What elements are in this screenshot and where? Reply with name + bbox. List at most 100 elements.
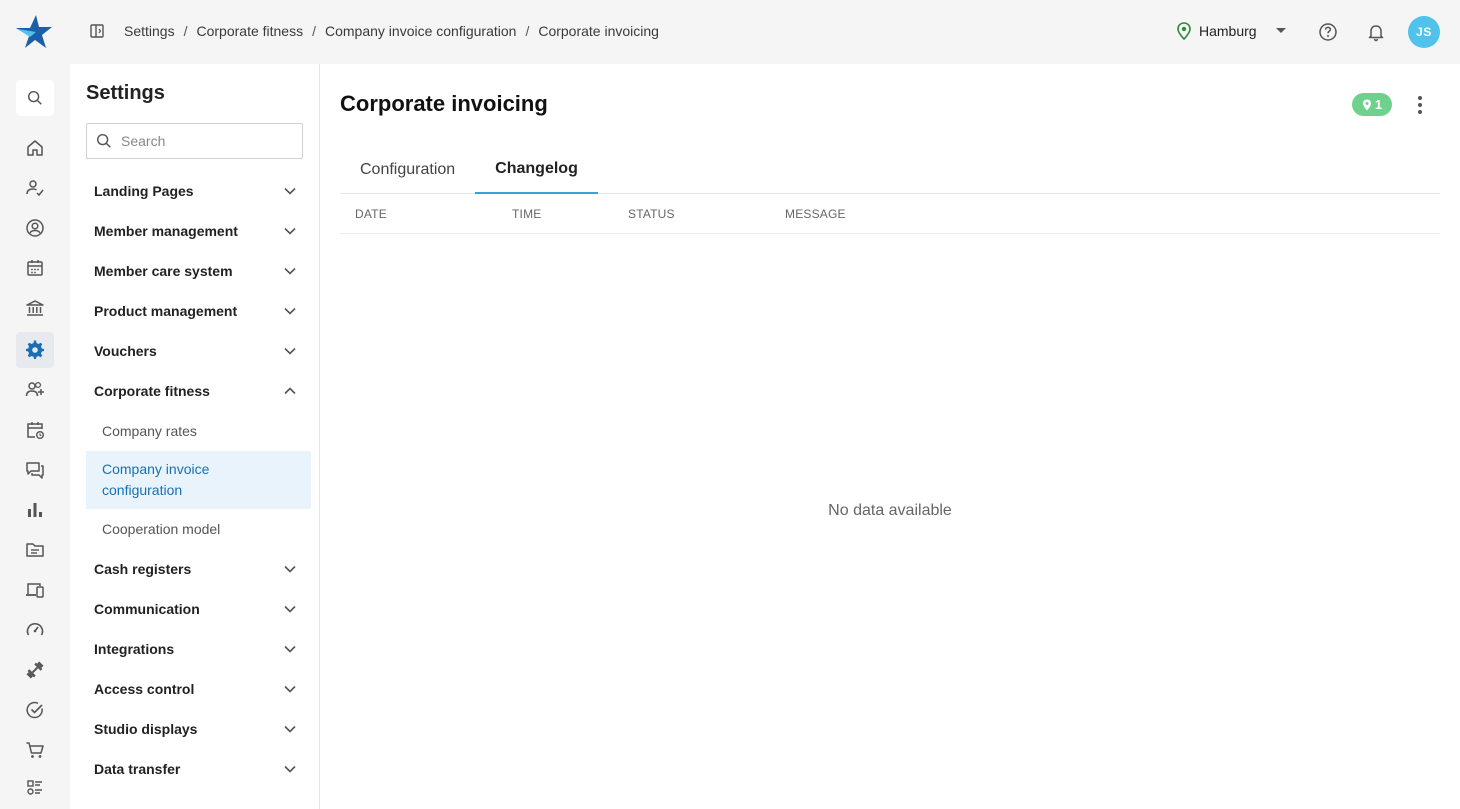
settings-icon	[26, 340, 44, 359]
settings-search-box[interactable]	[86, 123, 303, 159]
settings-title: Settings	[86, 82, 165, 104]
chat-icon	[26, 462, 44, 479]
rail-item-messages[interactable]	[16, 452, 54, 488]
rail-item-tasks[interactable]	[16, 692, 54, 728]
settings-panel: Settings Landing Pages Member management…	[70, 64, 320, 809]
nav-item-label: Studio displays	[94, 721, 198, 737]
rail-item-training[interactable]	[16, 652, 54, 688]
nav-item-product-management[interactable]: Product management	[86, 291, 311, 331]
column-header-time[interactable]: TIME	[497, 207, 613, 221]
bell-icon[interactable]	[1366, 22, 1386, 42]
settings-nav: Landing Pages Member management Member c…	[86, 171, 311, 789]
dumbbell-icon	[26, 661, 44, 679]
more-options-icon[interactable]	[1410, 94, 1430, 116]
help-icon[interactable]	[1318, 22, 1338, 42]
top-bar: Settings / Corporate fitness / Company i…	[0, 0, 1460, 64]
nav-item-cash-registers[interactable]: Cash registers	[86, 549, 311, 589]
breadcrumb-current: Corporate invoicing	[538, 23, 659, 39]
nav-item-communication[interactable]: Communication	[86, 589, 311, 629]
star-logo-icon[interactable]	[14, 13, 54, 51]
sub-item-company-rates[interactable]: Company rates	[86, 411, 311, 451]
rail-item-settings[interactable]	[16, 332, 54, 368]
empty-state-text: No data available	[828, 502, 952, 519]
location-name: Hamburg	[1199, 23, 1257, 39]
sub-item-label: Company rates	[102, 423, 197, 439]
badge-count: 1	[1374, 97, 1383, 112]
nav-item-data-transfer[interactable]: Data transfer	[86, 749, 311, 789]
nav-item-label: Corporate fitness	[94, 383, 210, 399]
folder-icon	[26, 543, 44, 557]
nav-item-corporate-fitness[interactable]: Corporate fitness	[86, 371, 311, 411]
chevron-down-icon	[284, 307, 296, 315]
rail-item-bookings[interactable]	[16, 412, 54, 448]
chevron-up-icon	[284, 387, 296, 395]
tab-configuration[interactable]: Configuration	[340, 146, 475, 194]
sub-item-company-invoice-configuration[interactable]: Company invoice configuration	[86, 451, 311, 509]
nav-item-access-control[interactable]: Access control	[86, 669, 311, 709]
nav-item-vouchers[interactable]: Vouchers	[86, 331, 311, 371]
sub-item-cooperation-model[interactable]: Cooperation model	[86, 509, 311, 549]
chevron-down-icon	[284, 187, 296, 195]
rail-item-documents[interactable]	[16, 532, 54, 568]
breadcrumb-item[interactable]: Company invoice configuration	[325, 23, 516, 39]
nav-item-member-care-system[interactable]: Member care system	[86, 251, 311, 291]
sub-item-label: Cooperation model	[102, 521, 221, 537]
settings-search-input[interactable]	[121, 133, 291, 149]
nav-item-landing-pages[interactable]: Landing Pages	[86, 171, 311, 211]
nav-item-label: Communication	[94, 601, 200, 617]
nav-item-member-management[interactable]: Member management	[86, 211, 311, 251]
nav-item-label: Integrations	[94, 641, 175, 657]
chevron-down-icon	[284, 227, 296, 235]
check-circle-icon	[26, 701, 43, 719]
main-content: Corporate invoicing 1 Configuration Chan…	[320, 64, 1460, 809]
table-header: DATE TIME STATUS MESSAGE	[340, 194, 1440, 234]
location-pin-icon	[1177, 22, 1191, 40]
nav-item-studio-displays[interactable]: Studio displays	[86, 709, 311, 749]
rail-item-home[interactable]	[16, 130, 54, 166]
tab-changelog[interactable]: Changelog	[475, 146, 598, 194]
column-header-message[interactable]: MESSAGE	[770, 207, 970, 221]
nav-item-integrations[interactable]: Integrations	[86, 629, 311, 669]
column-header-date[interactable]: DATE	[340, 207, 497, 221]
nav-item-label: Member care system	[94, 263, 233, 279]
avatar[interactable]: JS	[1408, 16, 1440, 48]
nav-item-label: Product management	[94, 303, 238, 319]
breadcrumb-separator: /	[183, 23, 188, 39]
rail-item-analytics[interactable]	[16, 492, 54, 528]
page-title: Corporate invoicing	[340, 91, 548, 116]
tab-bar: Configuration Changelog	[340, 146, 1440, 194]
location-selector[interactable]: Hamburg	[1176, 22, 1287, 40]
rail-item-finance[interactable]	[16, 290, 54, 326]
list-icon	[27, 780, 42, 795]
rail-item-shop[interactable]	[16, 732, 54, 768]
rail-item-members[interactable]	[16, 170, 54, 206]
rail-item-calendar[interactable]	[16, 250, 54, 286]
rail-item-devices[interactable]	[16, 572, 54, 608]
search-icon	[27, 90, 42, 105]
rail-item-more[interactable]	[16, 770, 54, 806]
rail-item-leads[interactable]	[16, 372, 54, 408]
breadcrumb: Settings / Corporate fitness / Company i…	[124, 23, 659, 39]
location-count-badge[interactable]: 1	[1352, 93, 1392, 116]
breadcrumb-item[interactable]: Settings	[124, 23, 175, 39]
chevron-down-icon	[284, 605, 296, 613]
chevron-down-icon	[284, 267, 296, 275]
home-icon	[27, 140, 43, 156]
chevron-down-icon	[284, 685, 296, 693]
nav-item-label: Member management	[94, 223, 238, 239]
bar-chart-icon	[28, 503, 42, 517]
bank-icon	[26, 300, 44, 316]
icon-rail	[0, 64, 70, 809]
nav-item-label: Data transfer	[94, 761, 181, 777]
devices-icon	[26, 583, 44, 598]
breadcrumb-separator: /	[525, 23, 530, 39]
rail-item-performance[interactable]	[16, 612, 54, 648]
column-header-status[interactable]: STATUS	[613, 207, 770, 221]
rail-item-account[interactable]	[16, 210, 54, 246]
cart-icon	[26, 742, 44, 758]
speedometer-icon	[26, 622, 44, 636]
rail-search-button[interactable]	[16, 80, 54, 116]
sidebar-toggle-icon[interactable]	[88, 22, 106, 40]
breadcrumb-item[interactable]: Corporate fitness	[196, 23, 303, 39]
chevron-down-icon	[284, 347, 296, 355]
